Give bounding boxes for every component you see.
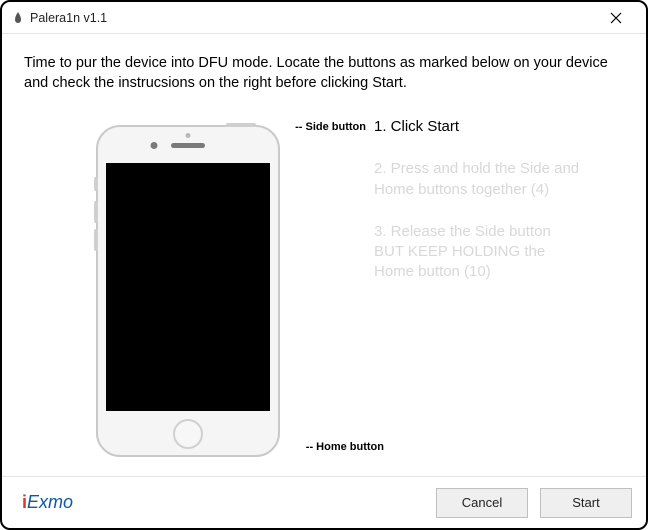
home-button-icon [173,419,203,449]
sensor-icon [186,133,191,138]
volume-down-icon [94,229,98,251]
instruction-text: Time to pur the device into DFU mode. Lo… [24,54,624,93]
cancel-button[interactable]: Cancel [436,488,528,518]
steps-column: 1. Click Start 2. Press and hold the Sid… [364,107,624,457]
home-button-label: -- Home button [306,441,384,453]
window-title: Palera1n v1.1 [30,11,596,25]
app-icon [12,12,24,24]
speaker-icon [171,143,205,148]
close-icon [610,12,622,24]
phone-body [96,125,280,457]
phone-screen [106,163,270,411]
camera-icon [151,142,158,149]
footer: iExmo Cancel Start [2,476,646,528]
step-1: 1. Click Start [374,117,584,137]
step-2: 2. Press and hold the Side and Home butt… [374,159,584,200]
step-3: 3. Release the Side button BUT KEEP HOLD… [374,222,584,283]
device-column: -- Side button -- Home button [24,107,364,457]
main-row: -- Side button -- Home button 1. [24,107,624,457]
side-button-label: -- Side button [295,121,366,133]
start-button[interactable]: Start [540,488,632,518]
content-area: Time to pur the device into DFU mode. Lo… [2,34,646,476]
mute-switch-icon [94,177,98,191]
phone-illustration: -- Side button -- Home button [96,125,306,457]
brand-rest: Exmo [27,492,73,512]
titlebar: Palera1n v1.1 [2,2,646,34]
volume-up-icon [94,201,98,223]
app-window: Palera1n v1.1 Time to pur the device int… [0,0,648,530]
close-button[interactable] [596,2,636,34]
brand-logo: iExmo [22,492,73,513]
